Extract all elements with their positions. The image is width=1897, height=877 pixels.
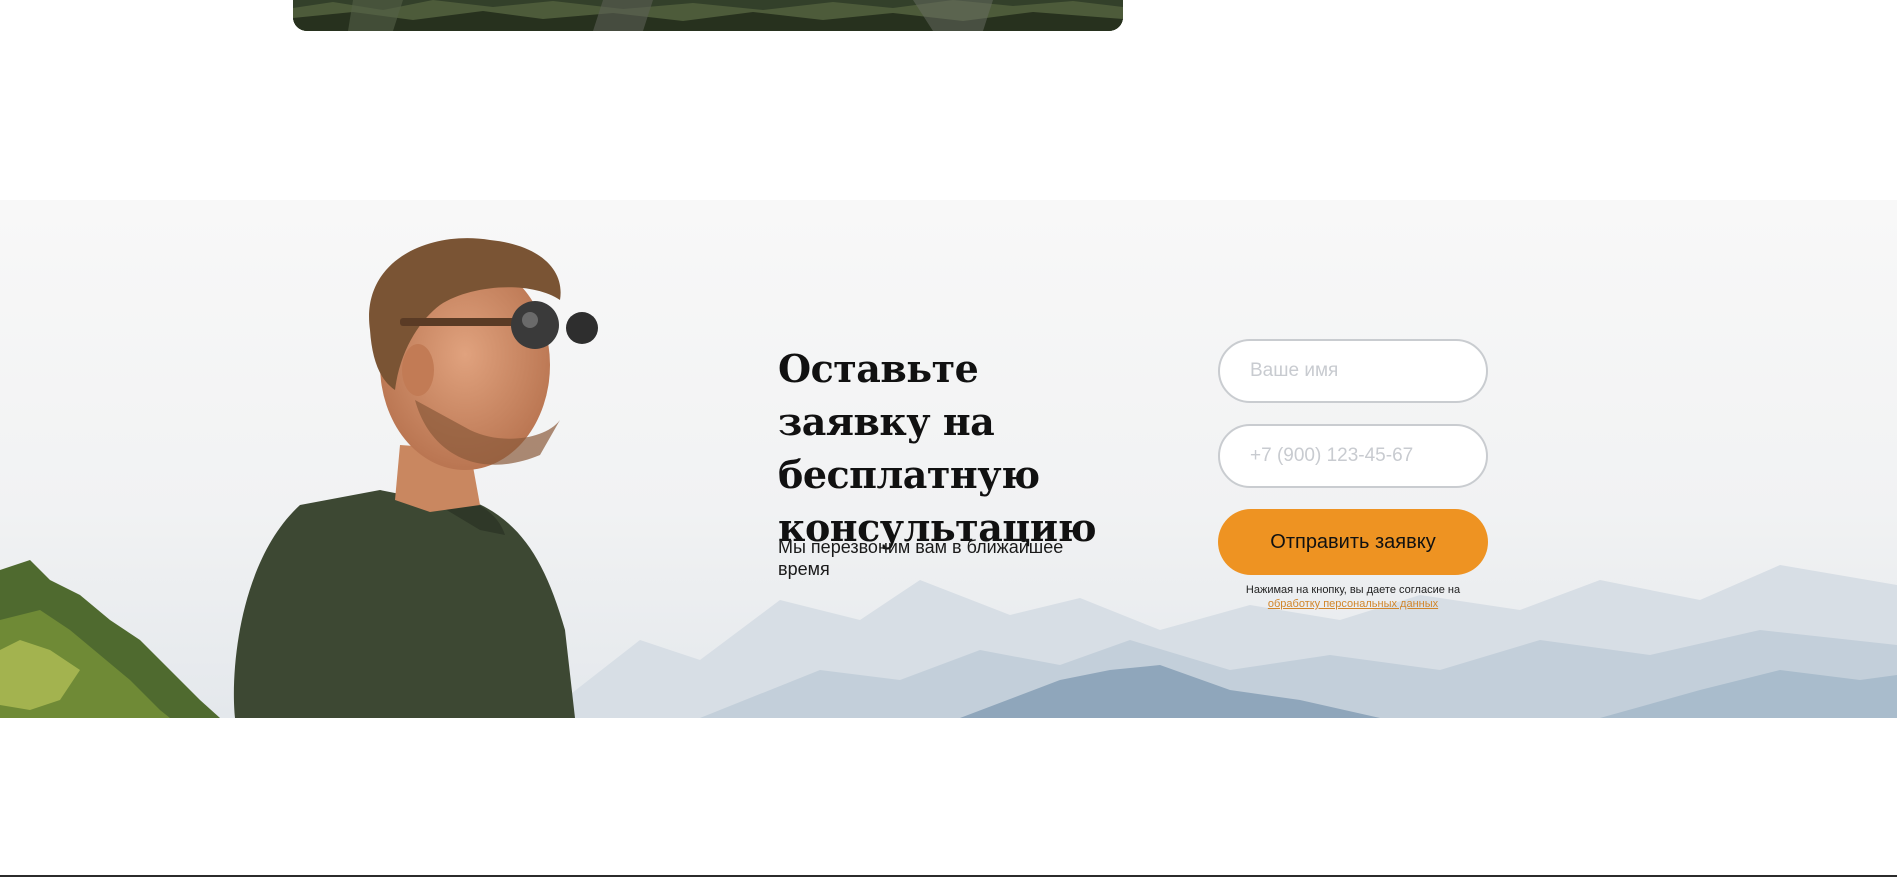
page: Оставьте заявку на бесплатную консультац… bbox=[0, 0, 1897, 877]
consultation-subtitle: Мы перезвоним вам в ближайшее время bbox=[778, 537, 1064, 579]
consultation-title: Оставьте заявку на бесплатную консультац… bbox=[778, 346, 1097, 550]
consultation-section: Оставьте заявку на бесплатную консультац… bbox=[0, 200, 1897, 718]
consent-text: Нажимая на кнопку, вы даете согласие на bbox=[1245, 584, 1461, 596]
landscape-photo bbox=[293, 0, 1123, 31]
privacy-policy-link[interactable]: обработку персональных данных bbox=[1268, 598, 1438, 610]
phone-input[interactable] bbox=[1218, 424, 1488, 488]
submit-request-button[interactable]: Отправить заявку bbox=[1218, 509, 1488, 575]
name-input[interactable] bbox=[1218, 339, 1488, 403]
consultation-form: Отправить заявку Нажимая на кнопку, вы д… bbox=[1218, 339, 1488, 611]
consent-note: Нажимая на кнопку, вы даете согласие на … bbox=[1218, 583, 1488, 611]
